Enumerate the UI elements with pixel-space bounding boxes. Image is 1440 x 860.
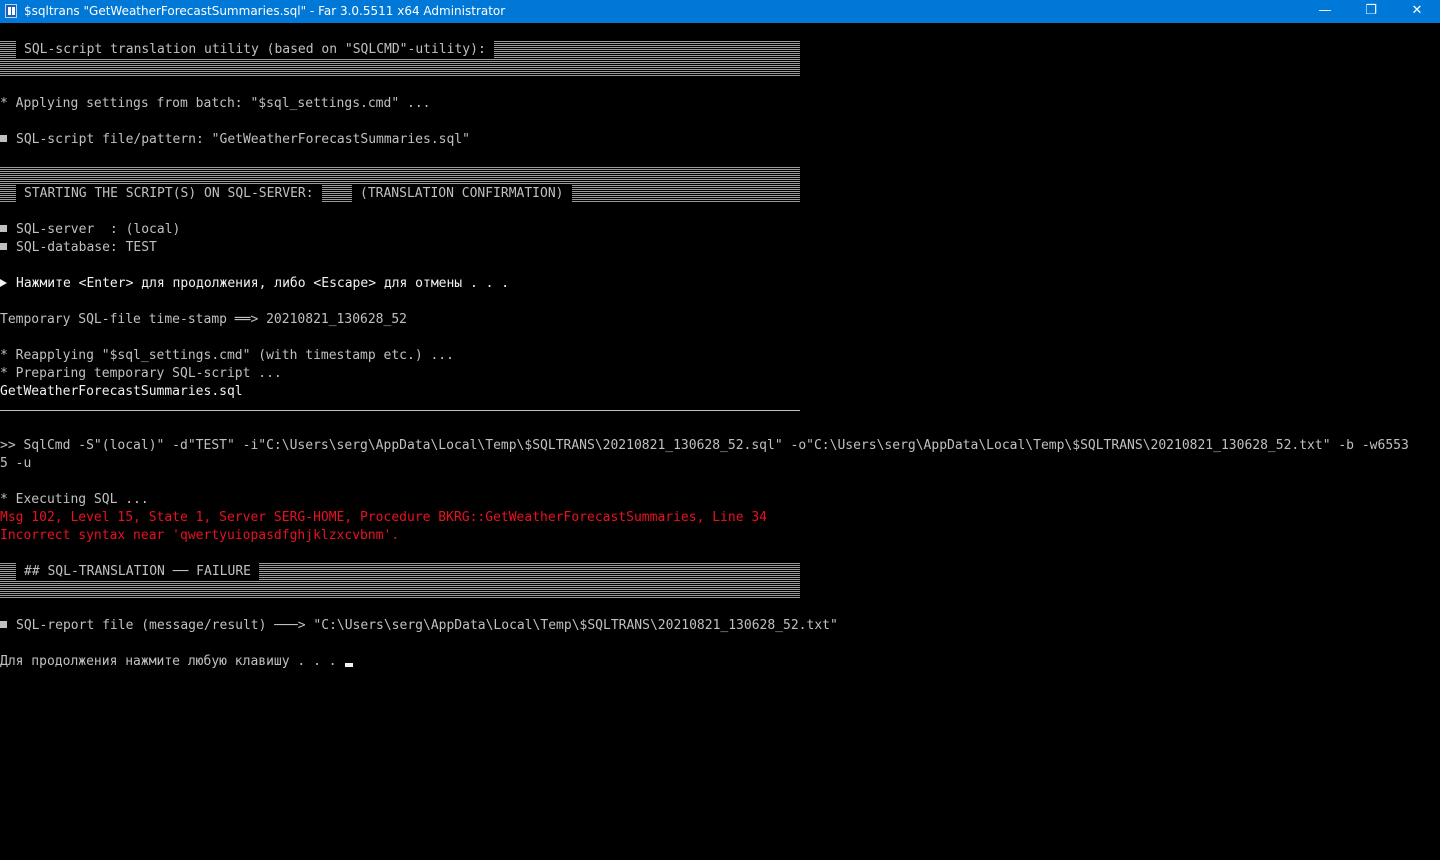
start-banner-rule (0, 167, 800, 185)
close-button[interactable]: ✕ (1394, 0, 1440, 23)
press-any-key-line: Для продолжения нажмите любую клавишу . … (0, 653, 353, 671)
server-text: SQL-server : (local) (16, 222, 181, 237)
start-banner-note: (TRANSLATION CONFIRMATION) (352, 185, 572, 203)
error-message-line: Msg 102, Level 15, State 1, Server SERG-… (0, 510, 768, 525)
command-line: >> SqlCmd -S"(local)" -d"TEST" -i"C:\Use… (0, 438, 1409, 453)
minimize-button[interactable]: — (1302, 0, 1348, 23)
header-banner: SQL-script translation utility (based on… (0, 41, 800, 59)
window-title-bar[interactable]: $sqltrans "GetWeatherForecastSummaries.s… (0, 0, 1440, 23)
timestamp-line: Temporary SQL-file time-stamp ══> 202108… (0, 312, 407, 327)
restore-button[interactable]: ❐ (1348, 0, 1394, 23)
report-file-line: SQL-report file (message/result) ───> "C… (0, 617, 838, 635)
text-cursor (344, 663, 353, 667)
window-title: $sqltrans "GetWeatherForecastSummaries.s… (24, 4, 506, 18)
script-name-line: GetWeatherForecastSummaries.sql (0, 384, 243, 399)
failure-banner: ## SQL-TRANSLATION ── FAILURE (0, 563, 800, 581)
database-line: SQL-database: TEST (0, 239, 157, 257)
start-banner-text: STARTING THE SCRIPT(S) ON SQL-SERVER: (16, 185, 322, 203)
applying-settings-line: * Applying settings from batch: "$sql_se… (0, 96, 431, 111)
error-detail-line: Incorrect syntax near 'qwertyuiopasdfghj… (0, 528, 400, 543)
script-pattern-line: SQL-script file/pattern: "GetWeatherFore… (0, 131, 470, 149)
failure-banner-rule (0, 581, 800, 599)
database-text: SQL-database: TEST (16, 240, 157, 255)
press-any-key-text: Для продолжения нажмите любую клавишу . … (0, 654, 337, 669)
confirm-prompt-text: Нажмите <Enter> для продолжения, либо <E… (16, 276, 510, 291)
report-file-text: SQL-report file (message/result) ───> "C… (16, 618, 838, 633)
executing-line: * Executing SQL ... (0, 492, 149, 507)
bullet-icon (0, 243, 7, 250)
preparing-line: * Preparing temporary SQL-script ... (0, 366, 282, 381)
header-banner-rule (0, 59, 800, 77)
bullet-icon (0, 135, 7, 142)
confirm-prompt-line: Нажмите <Enter> для продолжения, либо <E… (0, 275, 509, 293)
bullet-icon (0, 225, 7, 232)
reapplying-line: * Reapplying "$sql_settings.cmd" (with t… (0, 348, 454, 363)
header-banner-text: SQL-script translation utility (based on… (16, 41, 494, 59)
server-line: SQL-server : (local) (0, 221, 180, 239)
failure-banner-text: ## SQL-TRANSLATION ── FAILURE (16, 563, 259, 581)
separator-line (0, 410, 800, 411)
command-line-continued: 5 -u (0, 456, 32, 471)
script-pattern-text: SQL-script file/pattern: "GetWeatherFore… (16, 132, 470, 147)
bullet-icon (0, 621, 7, 628)
far-manager-app-icon[interactable] (5, 4, 17, 18)
arrow-right-icon (0, 279, 7, 287)
start-banner: STARTING THE SCRIPT(S) ON SQL-SERVER: (T… (0, 185, 800, 203)
console-output[interactable]: SQL-script translation utility (based on… (0, 23, 1440, 860)
